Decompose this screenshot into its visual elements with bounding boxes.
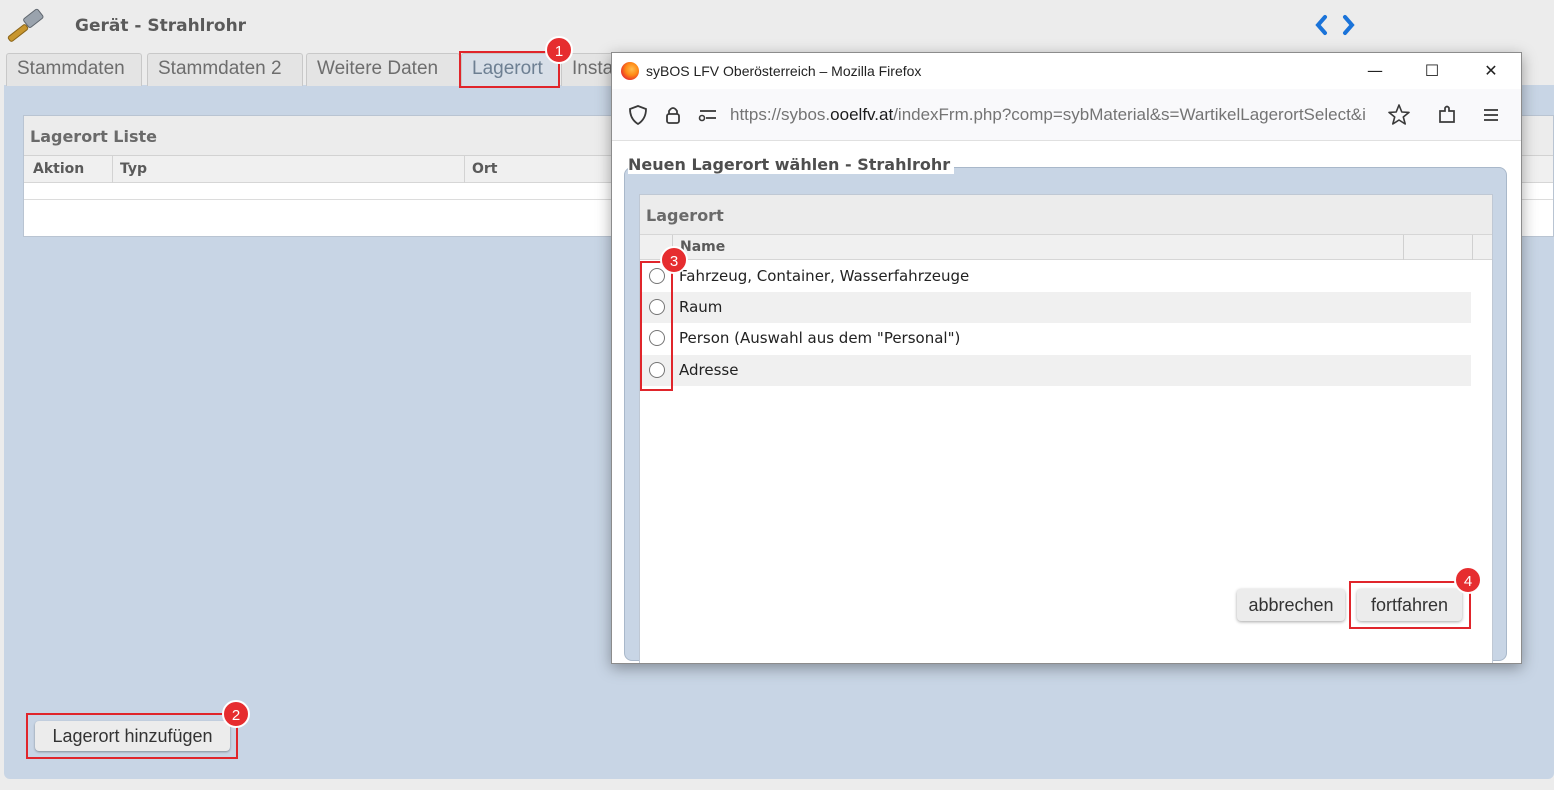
close-window-button[interactable]: ✕ [1462, 53, 1520, 89]
tab-stammdaten[interactable]: Stammdaten [6, 53, 142, 86]
option-label: Fahrzeug, Container, Wasserfahrzeuge [679, 267, 970, 285]
url-bar[interactable]: https://sybos.ooelfv.at/indexFrm.php?com… [612, 89, 1521, 141]
column-divider [112, 156, 113, 183]
firefox-icon [621, 62, 639, 80]
step-badge-2: 2 [222, 700, 250, 728]
highlight-box-continue [1349, 581, 1471, 629]
list-title: Lagerort Liste [30, 127, 157, 146]
step-badge-4: 4 [1454, 566, 1482, 594]
column-divider [1403, 235, 1404, 260]
maximize-button[interactable]: ☐ [1403, 53, 1461, 89]
permissions-icon[interactable] [695, 102, 721, 128]
url-path: /indexFrm.php?comp=sybMaterial&s=Wartike… [893, 105, 1366, 124]
bookmark-star-icon[interactable] [1386, 102, 1412, 128]
tab-weitere-daten[interactable]: Weitere Daten [306, 53, 460, 86]
url-text[interactable]: https://sybos.ooelfv.at/indexFrm.php?com… [730, 105, 1385, 125]
column-divider [1472, 235, 1473, 260]
window-title: syBOS LFV Oberösterreich – Mozilla Firef… [646, 63, 922, 79]
column-typ[interactable]: Typ [120, 161, 147, 177]
lock-icon[interactable] [660, 102, 686, 128]
extensions-icon[interactable] [1434, 102, 1460, 128]
hammer-icon [4, 8, 46, 44]
list-item[interactable]: Fahrzeug, Container, Wasserfahrzeuge [640, 261, 1471, 292]
browser-popup-window: syBOS LFV Oberösterreich – Mozilla Firef… [611, 52, 1522, 664]
window-titlebar: syBOS LFV Oberösterreich – Mozilla Firef… [612, 53, 1521, 89]
chevron-left-icon[interactable] [1313, 14, 1329, 36]
step-badge-3: 3 [660, 246, 688, 274]
minimize-button[interactable]: — [1346, 53, 1404, 89]
options-header: Name [640, 235, 1492, 260]
option-label: Person (Auswahl aus dem "Personal") [679, 329, 961, 347]
option-label: Raum [679, 298, 723, 316]
highlight-box-radios [640, 261, 673, 391]
menu-icon[interactable] [1478, 102, 1504, 128]
page-title: Gerät - Strahlrohr [75, 16, 247, 36]
url-domain: ooelfv.at [830, 105, 894, 124]
column-ort[interactable]: Ort [472, 161, 498, 177]
step-badge-1: 1 [545, 36, 573, 64]
column-divider [464, 156, 465, 183]
dialog-heading: Neuen Lagerort wählen - Strahlrohr [628, 155, 955, 174]
highlight-box-add-button [26, 713, 238, 759]
list-item[interactable]: Person (Auswahl aus dem "Personal") [640, 323, 1471, 354]
highlight-box-tab [459, 51, 560, 88]
option-label: Adresse [679, 361, 739, 379]
panel-title: Lagerort [646, 206, 724, 225]
tab-stammdaten-2[interactable]: Stammdaten 2 [147, 53, 303, 86]
list-item[interactable]: Raum [640, 292, 1471, 323]
url-prefix: https://sybos. [730, 105, 831, 124]
panel-title-bar: Lagerort [640, 195, 1492, 235]
shield-icon[interactable] [625, 102, 651, 128]
column-aktion[interactable]: Aktion [33, 161, 84, 177]
chevron-right-icon[interactable] [1341, 14, 1357, 36]
column-name[interactable]: Name [680, 239, 725, 255]
cancel-button[interactable]: abbrechen [1237, 589, 1345, 621]
list-item[interactable]: Adresse [640, 355, 1471, 386]
